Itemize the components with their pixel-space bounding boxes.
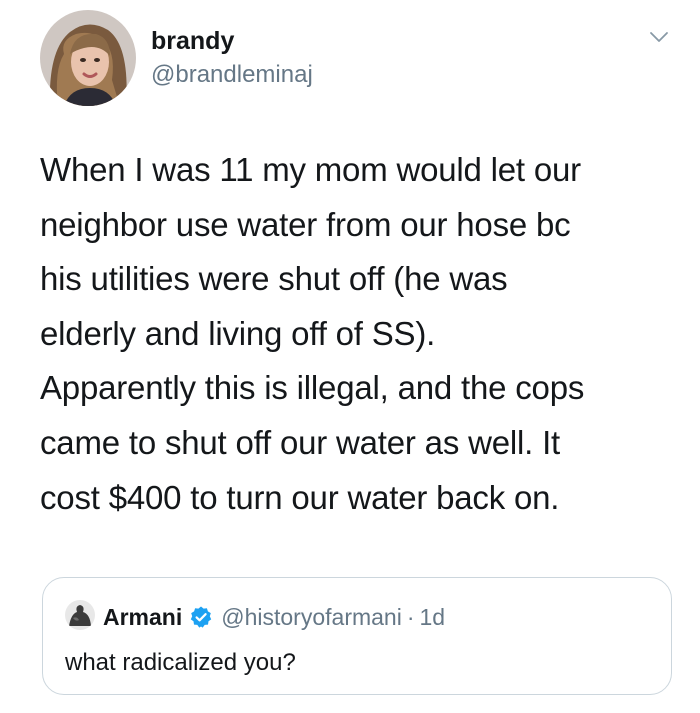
quoted-author-name[interactable]: Armani	[103, 604, 182, 631]
avatar-photo-icon	[40, 10, 136, 106]
tweet-text: When I was 11 my mom would let our neigh…	[40, 151, 585, 516]
quoted-author-handle[interactable]: @historyofarmani	[221, 604, 402, 631]
chevron-down-icon[interactable]	[648, 26, 670, 48]
quoted-tweet-text: what radicalized you?	[65, 649, 296, 676]
author-handle[interactable]: @brandleminaj	[151, 60, 313, 90]
avatar-photo-icon	[65, 600, 95, 630]
verified-badge-icon	[191, 606, 212, 628]
author-avatar[interactable]	[40, 10, 136, 106]
quoted-tweet-card[interactable]: Armani @historyofarmani · 1d what radica…	[42, 577, 672, 695]
separator-dot: ·	[406, 603, 415, 630]
author-display-name[interactable]: brandy	[151, 26, 234, 56]
quoted-tweet-header: Armani @historyofarmani · 1d	[103, 602, 445, 632]
quoted-tweet-time[interactable]: 1d	[420, 604, 446, 631]
tweet: brandy @brandleminaj When I was 11 my mo…	[0, 0, 700, 713]
quoted-author-avatar[interactable]	[65, 600, 95, 630]
